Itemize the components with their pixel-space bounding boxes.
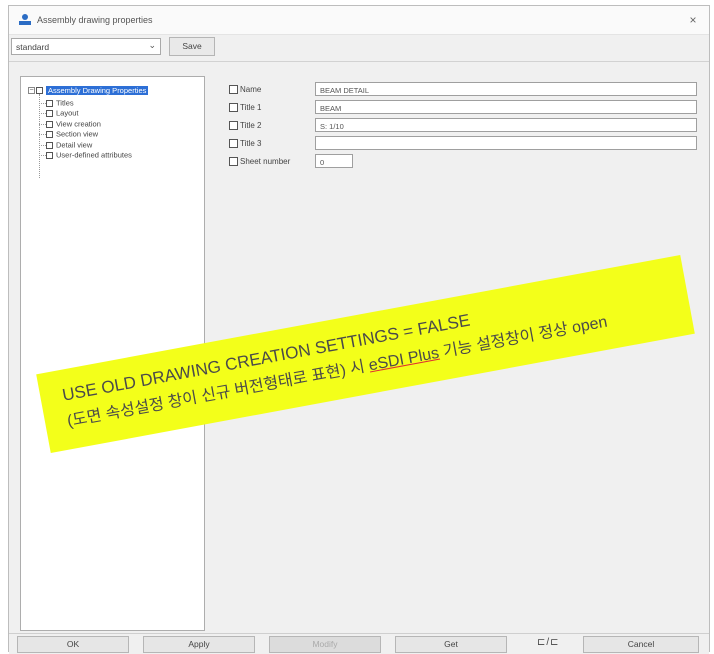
title-1-field[interactable]: BEAM: [315, 100, 697, 114]
name-label: Name: [240, 85, 262, 94]
tree-connector: [39, 103, 46, 104]
tree-item-label: View creation: [56, 119, 101, 129]
toggle-checkbox-icon[interactable]: ⊏/⊏: [537, 637, 560, 648]
preset-select-value: standard: [16, 42, 50, 52]
assembly-icon: [19, 14, 31, 25]
button-bar: OK Apply Modify Get ⊏/⊏ Cancel: [9, 633, 709, 654]
title-1-label: Title 1: [240, 103, 262, 112]
tree-item-label: Detail view: [56, 140, 93, 150]
title-2-field[interactable]: S: 1/10: [315, 118, 697, 132]
title-2-checkbox[interactable]: [229, 121, 238, 130]
tree-item-label: Assembly Drawing Properties: [46, 85, 149, 95]
title-3-field[interactable]: [315, 136, 697, 150]
window-title: Assembly drawing properties: [37, 15, 153, 25]
tree-item-detail-view[interactable]: Detail view: [46, 140, 92, 150]
tree-item-root[interactable]: Assembly Drawing Properties: [36, 85, 149, 95]
sheet-number-checkbox[interactable]: [229, 157, 238, 166]
preset-select[interactable]: standard ⌄: [11, 38, 161, 55]
tree-checkbox[interactable]: [46, 151, 53, 159]
sheet-number-field[interactable]: 0: [315, 154, 353, 168]
modify-button: Modify: [269, 636, 381, 653]
chevron-down-icon[interactable]: ⌄: [148, 40, 156, 51]
tree-connector: [39, 145, 46, 146]
tree-collapse-icon[interactable]: −: [28, 87, 35, 94]
tree-connector: [39, 94, 40, 178]
tree-checkbox[interactable]: [36, 86, 43, 94]
title-3-label: Title 3: [240, 139, 262, 148]
tree-item-label: Titles: [56, 98, 74, 108]
tree-checkbox[interactable]: [46, 130, 53, 138]
tree-checkbox[interactable]: [46, 120, 53, 128]
tree-item-label: User-defined attributes: [56, 150, 132, 160]
ok-button[interactable]: OK: [17, 636, 129, 653]
tree-connector: [39, 124, 46, 125]
title-2-label: Title 2: [240, 121, 262, 130]
close-icon[interactable]: ×: [685, 12, 701, 28]
tree-item-label: Section view: [56, 129, 99, 139]
toolbar: standard ⌄ Save: [9, 35, 709, 62]
tree-connector: [39, 134, 46, 135]
tree-checkbox[interactable]: [46, 99, 53, 107]
tree-connector: [39, 155, 46, 156]
tree-item-label: Layout: [56, 108, 79, 118]
get-button[interactable]: Get: [395, 636, 507, 653]
tree-checkbox[interactable]: [46, 141, 53, 149]
tree-checkbox[interactable]: [46, 109, 53, 117]
save-button[interactable]: Save: [169, 37, 215, 56]
tree-connector: [39, 113, 46, 114]
title-bar: Assembly drawing properties ×: [9, 6, 709, 35]
tree-item-view-creation[interactable]: View creation: [46, 119, 101, 129]
title-1-checkbox[interactable]: [229, 103, 238, 112]
annotation-product-name: eSDI Plus: [367, 344, 441, 375]
sheet-number-label: Sheet number: [240, 157, 291, 166]
apply-button[interactable]: Apply: [143, 636, 255, 653]
tree-item-titles[interactable]: Titles: [46, 98, 74, 108]
cancel-button[interactable]: Cancel: [583, 636, 699, 653]
tree-item-layout[interactable]: Layout: [46, 108, 79, 118]
title-3-checkbox[interactable]: [229, 139, 238, 148]
name-field[interactable]: BEAM DETAIL: [315, 82, 697, 96]
name-checkbox[interactable]: [229, 85, 238, 94]
tree-item-user-defined-attributes[interactable]: User-defined attributes: [46, 150, 132, 160]
tree-item-section-view[interactable]: Section view: [46, 129, 98, 139]
